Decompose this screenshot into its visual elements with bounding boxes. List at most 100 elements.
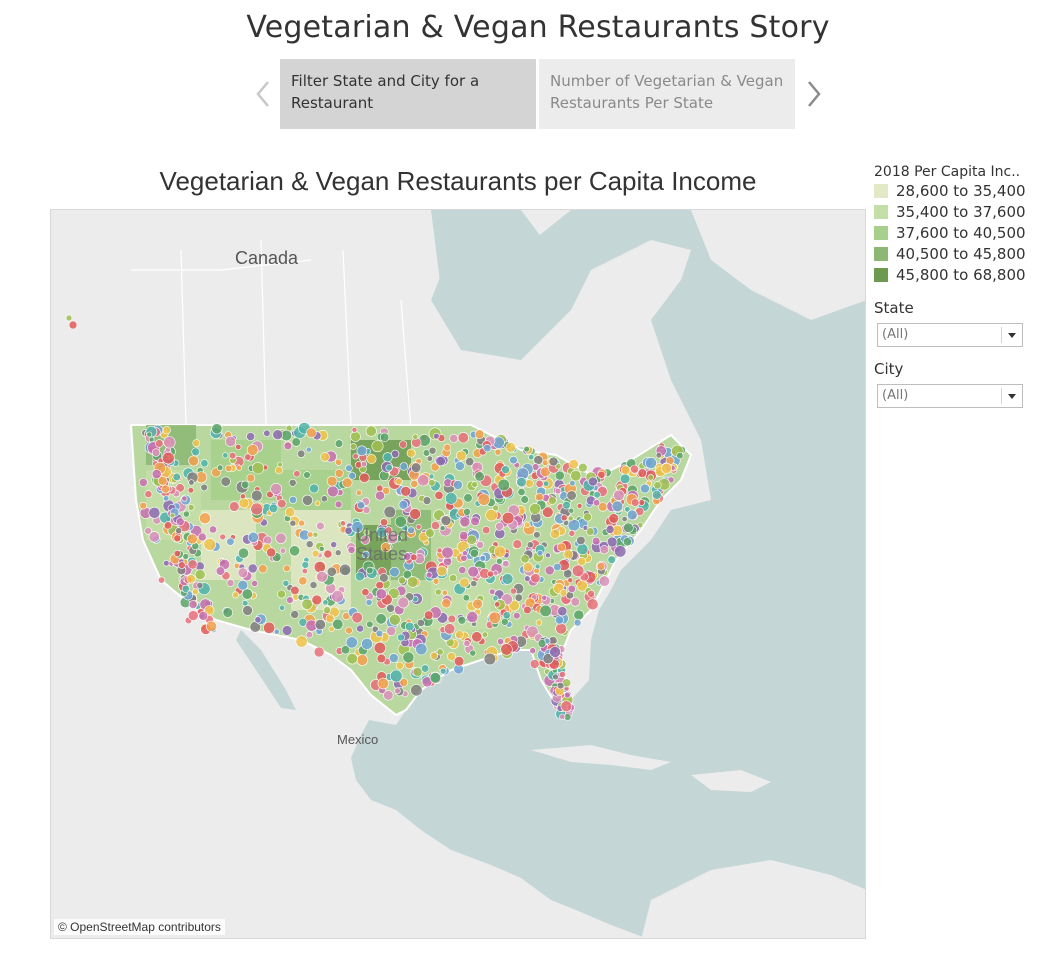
restaurant-marker[interactable] <box>517 487 526 496</box>
restaurant-marker[interactable] <box>487 570 494 578</box>
restaurant-marker[interactable] <box>237 579 249 591</box>
restaurant-marker[interactable] <box>192 588 199 596</box>
restaurant-marker[interactable] <box>326 475 338 487</box>
restaurant-marker[interactable] <box>399 678 409 687</box>
restaurant-marker[interactable] <box>568 507 575 514</box>
restaurant-marker[interactable] <box>314 500 321 507</box>
restaurant-marker[interactable] <box>501 511 515 525</box>
restaurant-marker[interactable] <box>289 519 297 527</box>
restaurant-marker[interactable] <box>557 606 568 617</box>
restaurant-marker[interactable] <box>323 549 333 559</box>
restaurant-marker[interactable] <box>619 473 631 485</box>
restaurant-marker[interactable] <box>494 448 502 456</box>
restaurant-marker[interactable] <box>415 643 428 656</box>
restaurant-marker[interactable] <box>443 557 453 567</box>
restaurant-marker[interactable] <box>555 622 567 635</box>
restaurant-marker[interactable] <box>313 560 326 573</box>
restaurant-marker[interactable] <box>428 446 437 455</box>
restaurant-marker[interactable] <box>389 566 400 578</box>
restaurant-marker[interactable] <box>458 566 467 575</box>
restaurant-marker[interactable] <box>361 637 373 650</box>
restaurant-marker[interactable] <box>322 599 329 606</box>
restaurant-marker[interactable] <box>309 483 319 494</box>
restaurant-marker[interactable] <box>281 625 293 636</box>
restaurant-marker[interactable] <box>461 550 468 557</box>
restaurant-marker[interactable] <box>361 588 370 597</box>
restaurant-marker[interactable] <box>163 560 170 567</box>
restaurant-marker[interactable] <box>246 432 255 441</box>
restaurant-marker[interactable] <box>407 576 419 588</box>
restaurant-marker[interactable] <box>279 604 286 611</box>
restaurant-marker[interactable] <box>307 531 314 538</box>
restaurant-marker[interactable] <box>445 492 458 505</box>
restaurant-marker[interactable] <box>463 493 473 503</box>
restaurant-marker[interactable] <box>258 564 268 574</box>
restaurant-marker[interactable] <box>326 566 337 577</box>
restaurant-marker[interactable] <box>383 505 396 519</box>
restaurant-marker[interactable] <box>655 452 662 459</box>
restaurant-marker[interactable] <box>188 479 195 486</box>
restaurant-marker[interactable] <box>500 617 509 626</box>
restaurant-marker[interactable] <box>148 506 161 519</box>
restaurant-marker[interactable] <box>533 531 541 539</box>
restaurant-marker[interactable] <box>463 640 471 648</box>
restaurant-marker[interactable] <box>647 474 654 481</box>
restaurant-marker[interactable] <box>587 589 595 598</box>
restaurant-marker[interactable] <box>155 439 164 448</box>
restaurant-marker[interactable] <box>402 651 415 664</box>
restaurant-marker[interactable] <box>366 566 374 575</box>
restaurant-marker[interactable] <box>441 598 452 609</box>
restaurant-marker[interactable] <box>453 656 465 667</box>
restaurant-marker[interactable] <box>502 560 510 568</box>
restaurant-marker[interactable] <box>426 455 433 462</box>
restaurant-marker[interactable] <box>409 508 421 520</box>
restaurant-marker[interactable] <box>349 443 357 450</box>
restaurant-marker[interactable] <box>375 629 384 638</box>
restaurant-marker[interactable] <box>599 545 609 555</box>
restaurant-marker[interactable] <box>651 490 662 500</box>
restaurant-marker[interactable] <box>316 521 325 531</box>
restaurant-marker[interactable] <box>330 541 338 548</box>
restaurant-marker[interactable] <box>379 573 389 583</box>
restaurant-marker[interactable] <box>454 461 465 471</box>
restaurant-marker[interactable] <box>428 473 435 480</box>
restaurant-marker[interactable] <box>251 462 265 475</box>
restaurant-marker[interactable] <box>505 442 516 453</box>
restaurant-marker[interactable] <box>459 516 471 528</box>
restaurant-marker[interactable] <box>492 504 500 512</box>
restaurant-marker[interactable] <box>439 667 447 675</box>
restaurant-marker[interactable] <box>429 672 442 684</box>
restaurant-marker[interactable] <box>366 620 374 628</box>
restaurant-marker[interactable] <box>302 494 314 506</box>
restaurant-marker[interactable] <box>407 526 415 535</box>
restaurant-marker[interactable] <box>198 611 209 621</box>
restaurant-marker[interactable] <box>576 535 586 546</box>
restaurant-marker[interactable] <box>488 611 501 624</box>
restaurant-marker[interactable] <box>348 471 357 480</box>
restaurant-marker[interactable] <box>325 614 335 624</box>
restaurant-marker[interactable] <box>340 645 351 655</box>
restaurant-marker[interactable] <box>560 700 573 713</box>
restaurant-marker[interactable] <box>472 598 483 610</box>
restaurant-marker[interactable] <box>434 490 444 500</box>
restaurant-marker[interactable] <box>320 452 330 462</box>
restaurant-marker[interactable] <box>360 460 368 468</box>
restaurant-marker[interactable] <box>399 440 408 449</box>
restaurant-marker[interactable] <box>529 659 540 669</box>
restaurant-marker[interactable] <box>277 589 286 599</box>
restaurant-marker[interactable] <box>273 628 280 635</box>
restaurant-marker[interactable] <box>284 507 296 518</box>
restaurant-marker[interactable] <box>549 646 561 658</box>
restaurant-marker[interactable] <box>163 436 176 449</box>
restaurant-marker[interactable] <box>309 581 318 589</box>
restaurant-marker[interactable] <box>163 521 173 530</box>
restaurant-marker[interactable] <box>567 584 576 594</box>
restaurant-marker[interactable] <box>554 615 564 625</box>
restaurant-marker[interactable] <box>350 431 361 442</box>
restaurant-marker[interactable] <box>161 484 170 494</box>
restaurant-marker[interactable] <box>298 519 305 527</box>
restaurant-marker[interactable] <box>638 499 646 506</box>
restaurant-marker[interactable] <box>520 554 530 564</box>
previous-story-point-button[interactable] <box>253 78 273 110</box>
restaurant-marker[interactable] <box>520 495 529 504</box>
